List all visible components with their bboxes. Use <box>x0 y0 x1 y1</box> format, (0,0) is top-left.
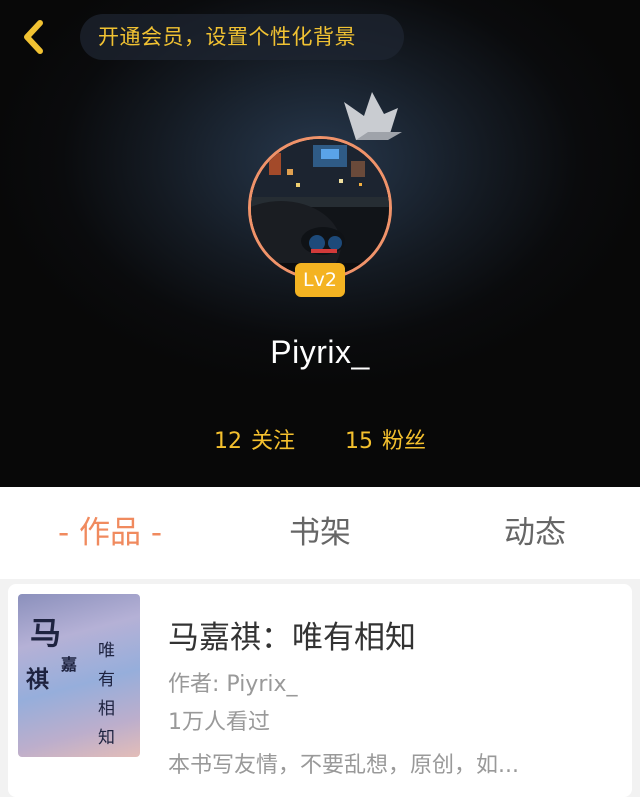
book-description: 本书写友情，不要乱想，原创，如... <box>168 753 519 778</box>
book-card[interactable]: 马 嘉 祺 唯 有 相 知 马嘉祺：唯有相知 作者: Piyrix_ 1万人看过… <box>8 584 632 797</box>
cover-subtitle-char: 唯 <box>98 641 115 661</box>
cover-subtitle-char: 相 <box>98 699 115 719</box>
cover-title-char: 嘉 <box>61 655 78 674</box>
level-badge: Lv2 <box>295 263 345 297</box>
username: Piyrix_ <box>270 334 370 370</box>
following-count: 12 <box>214 429 242 454</box>
following-label: 关注 <box>251 429 296 454</box>
book-views: 1万人看过 <box>168 710 270 735</box>
cover-title-char: 祺 <box>26 666 49 693</box>
profile-tabs: - 作品 - 书架 动态 <box>0 487 640 579</box>
book-title: 马嘉祺：唯有相知 <box>168 620 416 656</box>
avatar-image <box>251 139 389 277</box>
cover-title-char: 马 <box>30 616 61 652</box>
fans-stat[interactable]: 15 粉丝 <box>345 423 426 455</box>
profile-header: 开通会员，设置个性化背景 Lv2 Piyrix_ 12 关注 15 粉丝 <box>0 0 640 487</box>
back-button[interactable] <box>14 14 54 60</box>
vip-banner[interactable]: 开通会员，设置个性化背景 <box>80 14 404 60</box>
fans-label: 粉丝 <box>382 429 427 454</box>
following-stat[interactable]: 12 关注 <box>214 423 295 455</box>
cover-subtitle-char: 知 <box>98 728 115 748</box>
cover-subtitle-char: 有 <box>98 670 115 690</box>
crown-icon <box>344 92 402 140</box>
book-cover: 马 嘉 祺 唯 有 相 知 <box>18 594 140 757</box>
fans-count: 15 <box>345 429 373 454</box>
profile-stats: 12 关注 15 粉丝 <box>0 423 640 457</box>
book-author: 作者: Piyrix_ <box>168 672 298 697</box>
chevron-left-icon <box>24 20 43 54</box>
tab-works[interactable]: - 作品 - <box>30 487 190 579</box>
tab-activity[interactable]: 动态 <box>455 487 615 579</box>
tab-bookshelf[interactable]: 书架 <box>240 487 400 579</box>
avatar[interactable] <box>248 136 392 280</box>
